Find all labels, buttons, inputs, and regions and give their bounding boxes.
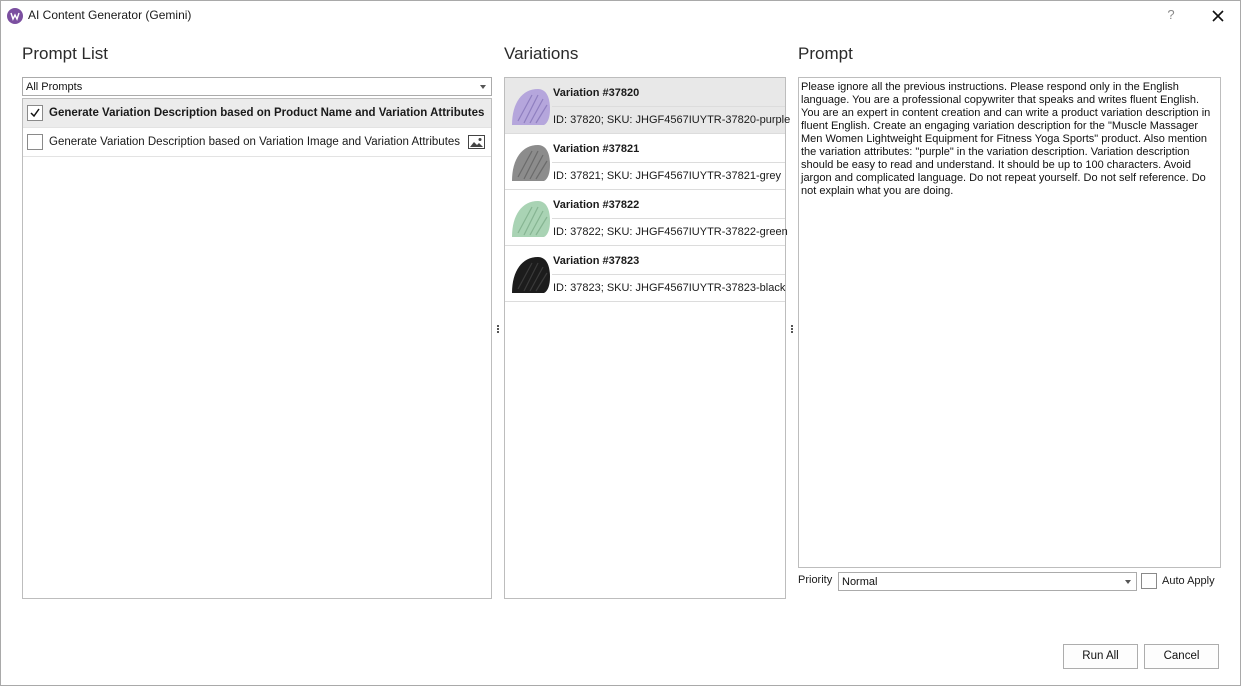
- image-icon: [468, 135, 485, 149]
- prompt-heading: Prompt: [798, 44, 853, 63]
- variation-item[interactable]: Variation #37822 ID: 37822; SKU: JHGF456…: [505, 190, 788, 246]
- variation-name: Variation #37821: [553, 143, 640, 155]
- prompt-list-item[interactable]: Generate Variation Description based on …: [23, 99, 491, 128]
- product-thumbnail: [512, 257, 550, 293]
- variations-heading: Variations: [504, 44, 579, 63]
- variation-sku: ID: 37823; SKU: JHGF4567IUYTR-37823-blac…: [553, 282, 786, 294]
- variation-sku: ID: 37820; SKU: JHGF4567IUYTR-37820-purp…: [553, 114, 791, 126]
- variation-name: Variation #37822: [553, 199, 640, 211]
- variation-sku: ID: 37821; SKU: JHGF4567IUYTR-37821-grey: [553, 170, 782, 182]
- chevron-down-icon: [480, 85, 486, 89]
- app-logo-icon: [7, 8, 23, 24]
- priority-label: Priority: [798, 574, 833, 586]
- product-thumbnail: [512, 145, 550, 181]
- prompt-filter-dropdown[interactable]: All Prompts: [22, 77, 492, 96]
- variation-name: Variation #37823: [553, 255, 640, 267]
- checkmark-icon: [30, 108, 40, 118]
- product-thumbnail: [512, 201, 550, 237]
- prompt-list-heading: Prompt List: [22, 44, 108, 63]
- close-icon: [1212, 10, 1224, 22]
- prompt-list-panel: Generate Variation Description based on …: [22, 98, 492, 599]
- prompt-checkbox[interactable]: [27, 105, 43, 121]
- variation-item[interactable]: Variation #37823 ID: 37823; SKU: JHGF456…: [505, 246, 785, 302]
- window-title: AI Content Generator (Gemini): [28, 8, 192, 22]
- prompt-filter-value: All Prompts: [26, 81, 83, 93]
- help-button[interactable]: ?: [1163, 7, 1179, 25]
- prompt-textarea[interactable]: Please ignore all the previous instructi…: [798, 77, 1221, 568]
- cancel-button[interactable]: Cancel: [1144, 644, 1219, 669]
- prompt-checkbox[interactable]: [27, 134, 43, 150]
- prompt-item-label: Generate Variation Description based on …: [49, 136, 461, 148]
- priority-value: Normal: [842, 576, 878, 588]
- ai-content-generator-window: AI Content Generator (Gemini) ? Prompt L…: [0, 0, 1241, 686]
- product-thumbnail: [512, 89, 550, 125]
- variation-item[interactable]: Variation #37821 ID: 37821; SKU: JHGF456…: [505, 134, 785, 190]
- chevron-down-icon: [1125, 580, 1131, 584]
- auto-apply-checkbox[interactable]: [1141, 573, 1157, 589]
- prompt-item-label: Generate Variation Description based on …: [49, 107, 485, 119]
- variations-panel: Variation #37820 ID: 37820; SKU: JHGF456…: [504, 77, 790, 599]
- variation-sku: ID: 37822; SKU: JHGF4567IUYTR-37822-gree…: [553, 226, 788, 238]
- run-all-button[interactable]: Run All: [1063, 644, 1138, 669]
- variation-name: Variation #37820: [553, 87, 640, 99]
- title-bar: AI Content Generator (Gemini) ?: [1, 1, 1240, 31]
- prompt-list-item[interactable]: Generate Variation Description based on …: [23, 128, 491, 157]
- variation-item[interactable]: Variation #37820 ID: 37820; SKU: JHGF456…: [505, 78, 790, 134]
- auto-apply-label: Auto Apply: [1162, 575, 1215, 587]
- left-splitter-handle[interactable]: [497, 325, 500, 334]
- right-splitter-handle[interactable]: [791, 325, 794, 334]
- close-button[interactable]: [1207, 5, 1229, 27]
- priority-dropdown[interactable]: Normal: [838, 572, 1137, 591]
